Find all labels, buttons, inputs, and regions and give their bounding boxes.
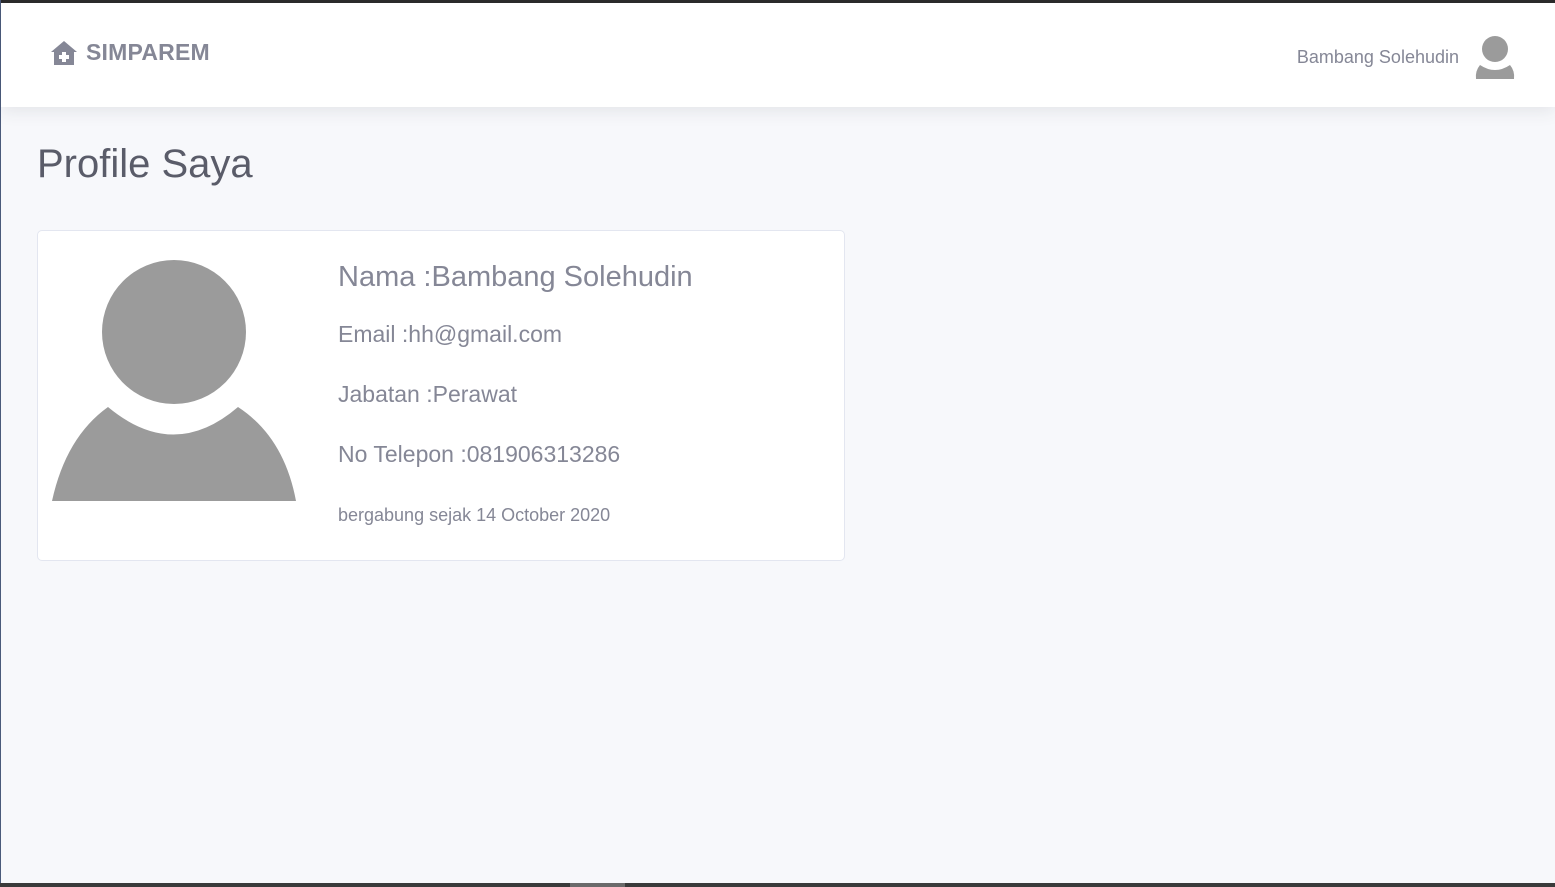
window-bottom-border: [0, 883, 1555, 887]
page-title: Profile Saya: [37, 142, 253, 186]
home-medical-icon: [50, 40, 78, 66]
profile-joined-date: bergabung sejak 14 October 2020: [338, 505, 611, 525]
brand-name: SIMPAREM: [86, 39, 210, 65]
scroll-indicator: [570, 883, 625, 887]
user-name: Bambang Solehudin: [1296, 46, 1459, 67]
profile-name: Nama :Bambang Solehudin: [338, 261, 693, 293]
top-navbar: SIMPAREM Bambang Solehudin: [1, 3, 1555, 107]
profile-phone: No Telepon :081906313286: [338, 441, 621, 467]
user-avatar-icon: [1475, 35, 1515, 79]
profile-email: Email :hh@gmail.com: [338, 321, 563, 347]
profile-position: Jabatan :Perawat: [338, 381, 518, 407]
profile-card: Nama :Bambang Solehudin Email :hh@gmail.…: [37, 230, 845, 561]
user-menu-toggle[interactable]: Bambang Solehudin: [1297, 35, 1515, 79]
user-silhouette-icon: [52, 257, 296, 501]
brand-link[interactable]: SIMPAREM: [50, 39, 210, 66]
window-left-border: [0, 0, 1, 887]
